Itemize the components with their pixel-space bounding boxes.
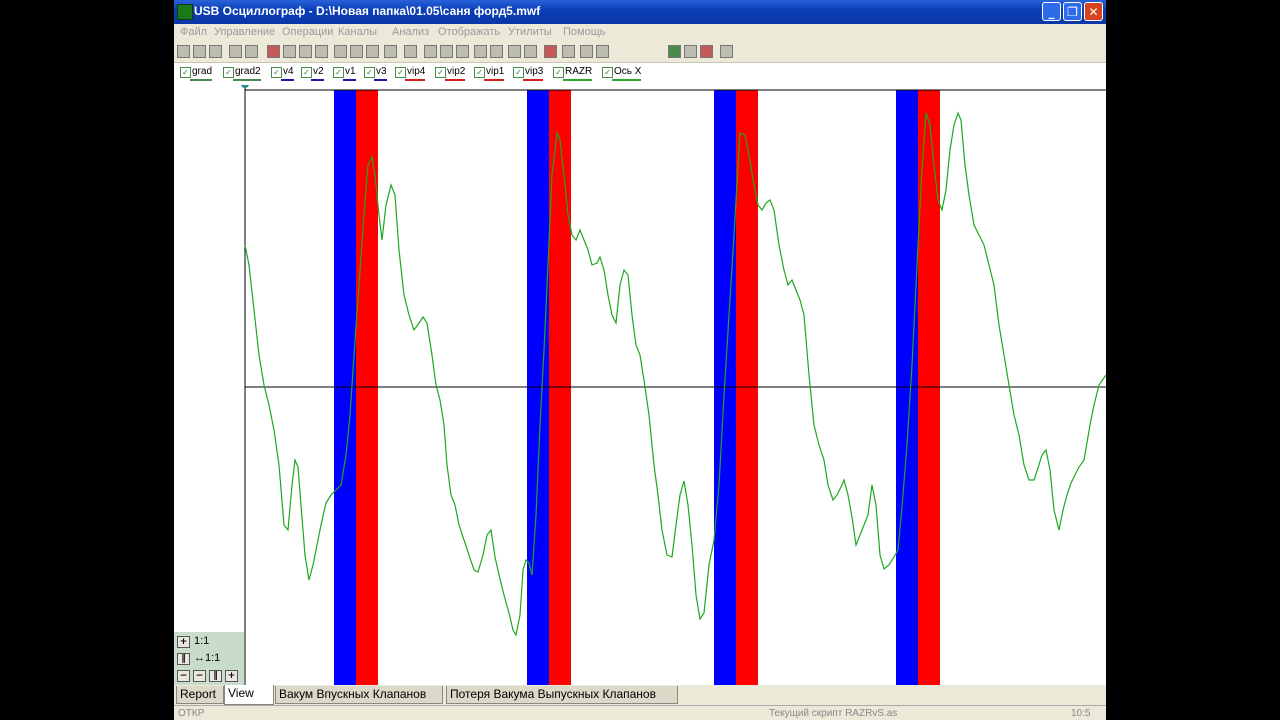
tab-report[interactable]: Report <box>176 686 224 704</box>
zoom-out-icon[interactable] <box>440 45 453 58</box>
checkbox-icon[interactable]: ✓ <box>301 67 312 78</box>
zoom-panel: + 1:1 ‖ ↔1:1 − − ‖ + <box>174 632 244 686</box>
sync-icon[interactable] <box>384 45 397 58</box>
tab-view[interactable]: View <box>224 685 274 705</box>
layers-icon[interactable] <box>490 45 503 58</box>
grid-icon[interactable] <box>474 45 487 58</box>
tab-bar: Report View Вакум Впускных Клапанов Поте… <box>174 685 1106 705</box>
trigger-icon[interactable] <box>334 45 347 58</box>
menu-control[interactable]: Управление <box>214 26 275 38</box>
maximize-button[interactable]: ❐ <box>1063 2 1082 21</box>
legend-grad[interactable]: ✓ grad <box>180 66 213 81</box>
checkbox-icon[interactable]: ✓ <box>364 67 375 78</box>
legend-razr[interactable]: ✓ RAZR <box>553 66 593 81</box>
vertical-scale-label: 1:1 <box>194 635 210 647</box>
zoom-horizontal-out-icon[interactable]: − <box>177 670 190 682</box>
status-script: Текущий скрипт RAZRvS.as <box>769 708 898 719</box>
menu-bar: Файл Управление Операции Каналы Анализ О… <box>174 24 1106 42</box>
stop-icon[interactable] <box>544 45 557 58</box>
legend-vip1[interactable]: ✓ vip1 <box>474 66 505 81</box>
run-icon[interactable] <box>668 45 681 58</box>
legend-v3[interactable]: ✓ v3 <box>364 66 387 81</box>
close-button[interactable]: ✕ <box>1084 2 1103 21</box>
help-icon[interactable] <box>720 45 733 58</box>
zoom-horizontal-out2-icon[interactable]: − <box>193 670 206 682</box>
close-file-icon[interactable] <box>209 45 222 58</box>
zoom-in-icon[interactable] <box>424 45 437 58</box>
checkbox-icon[interactable]: ✓ <box>271 67 282 78</box>
legend-vip2[interactable]: ✓ vip2 <box>435 66 466 81</box>
menu-operations[interactable]: Операции <box>282 26 333 38</box>
marker-icon[interactable] <box>366 45 379 58</box>
status-counter: 10:5 <box>1071 708 1091 719</box>
legend-v4[interactable]: ✓ v4 <box>271 66 294 81</box>
save-icon[interactable] <box>193 45 206 58</box>
checkbox-icon[interactable]: ✓ <box>223 67 234 78</box>
checkbox-icon[interactable]: ✓ <box>435 67 446 78</box>
checkbox-icon[interactable]: ✓ <box>553 67 564 78</box>
window-title: USB Осциллограф - D:\Новая папка\01.05\с… <box>194 4 541 18</box>
toolbar <box>174 42 1106 63</box>
step-icon[interactable] <box>562 45 575 58</box>
histogram-icon[interactable] <box>580 45 593 58</box>
fit-icon[interactable] <box>456 45 469 58</box>
plot-area[interactable] <box>174 85 1106 685</box>
menu-help[interactable]: Помощь <box>563 26 606 38</box>
menu-display[interactable]: Отображать <box>438 26 500 38</box>
scale-icon[interactable] <box>350 45 363 58</box>
channel-icon[interactable] <box>283 45 296 58</box>
close-icon: ✕ <box>1088 5 1099 19</box>
sweep-icon[interactable] <box>508 45 521 58</box>
filter-icon[interactable] <box>524 45 537 58</box>
record-icon[interactable] <box>267 45 280 58</box>
export-icon[interactable] <box>245 45 258 58</box>
legend-v1[interactable]: ✓ v1 <box>333 66 356 81</box>
menu-channels[interactable]: Каналы <box>338 26 377 38</box>
checkbox-icon[interactable]: ✓ <box>333 67 344 78</box>
settings-icon[interactable] <box>404 45 417 58</box>
checkbox-icon[interactable]: ✓ <box>513 67 524 78</box>
horizontal-scale-label: ↔1:1 <box>194 652 221 664</box>
zoom-fit-icon[interactable]: ‖ <box>177 653 190 665</box>
app-window: USB Осциллограф - D:\Новая папка\01.05\с… <box>174 0 1106 720</box>
waveform-chart[interactable] <box>174 85 1106 685</box>
delete-icon[interactable] <box>700 45 713 58</box>
zoom-horizontal-fit-icon[interactable]: ‖ <box>209 670 222 682</box>
legend-vip3[interactable]: ✓ vip3 <box>513 66 544 81</box>
checkbox-icon[interactable]: ✓ <box>474 67 485 78</box>
status-mode: ОТКР <box>178 708 205 719</box>
print-icon[interactable] <box>229 45 242 58</box>
oscilloscope-icon <box>177 4 193 20</box>
menu-analysis[interactable]: Анализ <box>392 26 429 38</box>
menu-file[interactable]: Файл <box>180 26 207 38</box>
minimize-button[interactable]: _ <box>1042 2 1061 21</box>
legend-grad2[interactable]: ✓ grad2 <box>223 66 261 81</box>
open-file-icon[interactable] <box>177 45 190 58</box>
table-icon[interactable] <box>596 45 609 58</box>
cursor-icon[interactable] <box>315 45 328 58</box>
status-bar: ОТКР Текущий скрипт RAZRvS.as 10:5 <box>174 705 1106 720</box>
axis-origin-marker[interactable] <box>241 85 249 88</box>
zoom-vertical-in-icon[interactable]: + <box>177 636 190 648</box>
zoom-horizontal-in-icon[interactable]: + <box>225 670 238 682</box>
menu-utilities[interactable]: Утилиты <box>508 26 552 38</box>
legend-vip4[interactable]: ✓ vip4 <box>395 66 426 81</box>
window-icon[interactable] <box>684 45 697 58</box>
tab-exhaust-vacuum-loss[interactable]: Потеря Вакума Выпускных Клапанов <box>446 686 678 704</box>
measure-icon[interactable] <box>299 45 312 58</box>
tab-intake-vacuum[interactable]: Вакум Впускных Клапанов <box>275 686 443 704</box>
checkbox-icon[interactable]: ✓ <box>395 67 406 78</box>
maximize-icon: ❐ <box>1067 5 1078 19</box>
channel-legend: ✓ grad ✓ grad2 ✓ v4 ✓ v2 ✓ v1 ✓ v3 ✓ vip4 ✓ vip2… <box>174 63 1106 85</box>
legend-v2[interactable]: ✓ v2 <box>301 66 324 81</box>
checkbox-icon[interactable]: ✓ <box>180 67 191 78</box>
title-bar[interactable]: USB Осциллограф - D:\Новая папка\01.05\с… <box>174 0 1106 24</box>
checkbox-icon[interactable]: ✓ <box>602 67 613 78</box>
minimize-icon: _ <box>1048 5 1055 19</box>
legend-axis-x[interactable]: ✓ Ось X <box>602 66 642 81</box>
